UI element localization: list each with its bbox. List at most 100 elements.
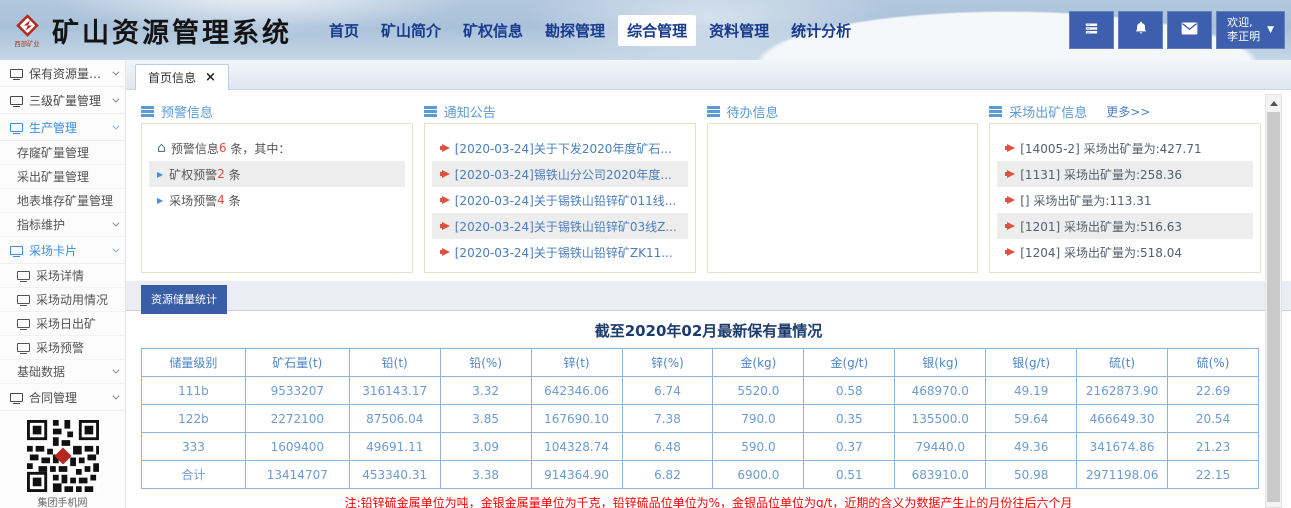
user-menu[interactable]: 欢迎, 李正明 ▼ — [1216, 11, 1285, 49]
stats-section-strip: 资源储量统计 — [126, 281, 1291, 311]
stats-section-tab[interactable]: 资源储量统计 — [141, 285, 227, 314]
list-item-text: [2020-03-24]关于锡铁山铅锌矿03线Z... — [455, 218, 677, 235]
messages-button[interactable] — [1167, 11, 1212, 49]
table-cell: 6.48 — [622, 433, 713, 461]
sidebar-item[interactable]: 采场预警 — [0, 336, 125, 360]
sidebar-item-label: 合同管理 — [29, 389, 77, 406]
column-header: 金(kg) — [713, 349, 804, 377]
megaphone-icon — [440, 222, 450, 231]
sidebar-item[interactable]: 生产管理 — [0, 114, 125, 141]
sidebar-item[interactable]: 合同管理 — [0, 384, 125, 411]
nav-item[interactable]: 综合管理 — [618, 15, 696, 46]
monitor-icon — [10, 393, 23, 402]
column-header: 储量级别 — [142, 349, 246, 377]
sidebar-item[interactable]: 指标维护 — [0, 213, 125, 237]
nav-item[interactable]: 勘探管理 — [536, 15, 614, 46]
close-icon[interactable]: × — [205, 71, 216, 84]
nav-item[interactable]: 矿权信息 — [454, 15, 532, 46]
table-cell: 6900.0 — [713, 461, 804, 489]
list-item[interactable]: [2020-03-24]锡铁山分公司2020年度... — [432, 161, 688, 187]
list-item-text: [2020-03-24]锡铁山分公司2020年度... — [455, 166, 672, 183]
sidebar-item[interactable]: 采场详情 — [0, 264, 125, 288]
list-item[interactable]: [2020-03-24]关于锡铁山铅锌矿011线... — [432, 187, 688, 213]
table-cell: 0.37 — [804, 433, 895, 461]
sidebar-item-label: 指标维护 — [17, 216, 65, 233]
list-item[interactable]: [2020-03-24]关于锡铁山铅锌矿03线Z... — [432, 213, 688, 239]
table-cell: 104328.74 — [531, 433, 622, 461]
alert-item[interactable]: ▶ 矿权预警2 条 — [149, 161, 405, 187]
sidebar-item[interactable]: 三级矿量管理 — [0, 87, 125, 114]
nav-item[interactable]: 矿山简介 — [372, 15, 450, 46]
table-cell: 5520.0 — [713, 377, 804, 405]
monitor-icon — [10, 69, 23, 78]
sidebar-item[interactable]: 基础数据 — [0, 360, 125, 384]
list-item-text: [1131] 采场出矿量为:258.36 — [1020, 166, 1182, 183]
sidebar-item[interactable]: 地表堆存矿量管理 — [0, 189, 125, 213]
sidebar-item[interactable]: 采场日出矿 — [0, 312, 125, 336]
column-header: 矿石量(t) — [245, 349, 349, 377]
notifications-button[interactable] — [1118, 11, 1163, 49]
column-header: 锌(t) — [531, 349, 622, 377]
list-item[interactable]: [14005-2] 采场出矿量为:427.71 — [997, 135, 1253, 161]
nav-item[interactable]: 资料管理 — [700, 15, 778, 46]
list-item[interactable]: [2020-03-24]关于锡铁山铅锌矿ZK11... — [432, 239, 688, 265]
table-cell: 453340.31 — [349, 461, 440, 489]
monitor-icon — [10, 123, 23, 132]
sidebar-item[interactable]: 采场动用情况 — [0, 288, 125, 312]
sidebar-item-label: 采场详情 — [36, 267, 84, 284]
list-item[interactable]: [2020-03-24]关于下发2020年度矿石... — [432, 135, 688, 161]
caret-right-icon: ▶ — [157, 170, 163, 179]
table-cell: 22.69 — [1168, 377, 1259, 405]
main-nav: 首页矿山简介矿权信息勘探管理综合管理资料管理统计分析 — [320, 15, 860, 46]
sidebar: 保有资源量管理三级矿量管理生产管理存窿矿量管理采出矿量管理地表堆存矿量管理指标维… — [0, 60, 126, 508]
table-cell: 49.19 — [986, 377, 1077, 405]
mining-list: [14005-2] 采场出矿量为:427.71 [1131] 采场出矿量为:258… — [989, 123, 1261, 273]
vertical-scrollbar[interactable] — [1265, 94, 1282, 508]
header-actions: 欢迎, 李正明 ▼ — [1069, 11, 1285, 49]
stats-header-row: 储量级别矿石量(t)铅(t)铅(%)锌(t)锌(%)金(kg)金(g/t)银(k… — [142, 349, 1259, 377]
list-lines-icon — [707, 106, 720, 117]
nav-item[interactable]: 首页 — [320, 15, 368, 46]
list-item[interactable]: [1131] 采场出矿量为:258.36 — [997, 161, 1253, 187]
list-item[interactable]: [1204] 采场出矿量为:518.04 — [997, 239, 1253, 265]
app-logo: 西部矿业 矿山资源管理系统 — [0, 11, 292, 50]
table-cell: 20.54 — [1168, 405, 1259, 433]
list-item[interactable]: [1201] 采场出矿量为:516.63 — [997, 213, 1253, 239]
scroll-up-arrow-icon[interactable] — [1266, 95, 1281, 111]
alert-item[interactable]: ▶采场预警4 条 — [149, 187, 405, 213]
list-item-text: [2020-03-24]关于锡铁山铅锌矿ZK11... — [455, 244, 673, 261]
sidebar-item-label: 地表堆存矿量管理 — [17, 192, 113, 209]
tab-home-info[interactable]: 首页信息 × — [135, 64, 229, 90]
sidebar-item-label: 采场预警 — [36, 339, 84, 356]
panel-alerts: 预警信息 ⌂ 预警信息6 条，其中： ▶矿权预警2 条▶采场预警4 条 — [141, 99, 413, 273]
panel-mining-header: 采场出矿信息 更多>> — [989, 99, 1261, 123]
sidebar-item[interactable]: 存窿矿量管理 — [0, 141, 125, 165]
qr-code-image — [27, 420, 99, 492]
panel-alerts-header: 预警信息 — [141, 99, 413, 123]
nav-item[interactable]: 统计分析 — [782, 15, 860, 46]
table-cell: 合计 — [142, 461, 246, 489]
column-header: 铅(%) — [440, 349, 531, 377]
sidebar-item[interactable]: 采出矿量管理 — [0, 165, 125, 189]
scrollbar-thumb[interactable] — [1267, 112, 1280, 502]
more-link[interactable]: 更多>> — [1106, 103, 1150, 120]
alert-list: ▶ 矿权预警2 条 ▶采场预警4 条 — [149, 161, 405, 213]
alert-item-suffix: 条 — [225, 166, 241, 183]
sidebar-item[interactable]: 保有资源量管理 — [0, 60, 125, 87]
table-cell: 21.23 — [1168, 433, 1259, 461]
column-header: 银(kg) — [895, 349, 986, 377]
list-item-text: [2020-03-24]关于下发2020年度矿石... — [455, 140, 672, 157]
list-lines-icon — [989, 106, 1002, 117]
megaphone-icon — [1005, 144, 1015, 153]
list-item[interactable]: [] 采场出矿量为:113.31 — [997, 187, 1253, 213]
alert-item-count: 2 — [217, 167, 225, 181]
table-cell: 6.74 — [622, 377, 713, 405]
list-button[interactable] — [1069, 11, 1114, 49]
table-cell: 122b — [142, 405, 246, 433]
alert-summary-prefix: 预警信息 — [171, 140, 219, 157]
table-cell: 333 — [142, 433, 246, 461]
list-item-text: [1204] 采场出矿量为:518.04 — [1020, 244, 1182, 261]
table-cell: 50.98 — [986, 461, 1077, 489]
alert-item-label: 矿权预警 — [169, 166, 217, 183]
sidebar-item[interactable]: 采场卡片 — [0, 237, 125, 264]
